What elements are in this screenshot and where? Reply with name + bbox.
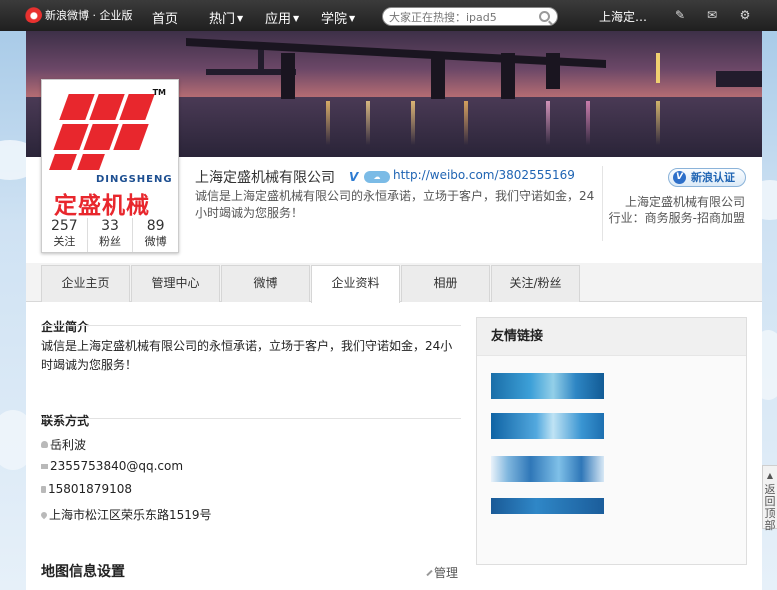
- search-box: [382, 7, 558, 26]
- company-slogan: 诚信是上海定盛机械有限公司的永恒承诺，立场于客户，我们守诺如金，24小时竭诚为您…: [195, 189, 595, 220]
- tab-follow-fans[interactable]: 关注/粉丝: [491, 265, 580, 302]
- phone-icon: [41, 485, 46, 493]
- nav-home[interactable]: 首页: [152, 8, 178, 27]
- section-divider: [41, 418, 461, 419]
- arrow-up-icon: ▲: [766, 471, 774, 480]
- mail-icon[interactable]: ✉: [705, 8, 719, 22]
- friend-link-banner[interactable]: [491, 373, 604, 399]
- stat-posts[interactable]: 89 微博: [133, 218, 178, 252]
- nav-apps[interactable]: 应用 ▼: [265, 8, 299, 27]
- weibo-url-link[interactable]: http://weibo.com/3802555169: [393, 168, 575, 182]
- verified-v-icon: V: [673, 171, 686, 184]
- tab-enterprise-info[interactable]: 企业资料: [311, 265, 400, 303]
- intro-title: 企业简介: [41, 320, 90, 334]
- company-avatar[interactable]: TM DINGSHENG 定盛机械 257 关注 33 粉丝 89 微博: [41, 79, 179, 253]
- friend-links-panel: 友情链接: [476, 317, 747, 565]
- user-name-link[interactable]: 上海定…: [599, 8, 647, 25]
- nav-hot[interactable]: 热门 ▼: [209, 8, 243, 27]
- intro-text: 诚信是上海定盛机械有限公司的永恒承诺，立场于客户，我们守诺如金，24小时竭诚为您…: [41, 339, 453, 372]
- search-icon[interactable]: [539, 11, 550, 22]
- sina-verified-button[interactable]: V 新浪认证: [668, 168, 746, 187]
- enterprise-page: TM DINGSHENG 定盛机械 257 关注 33 粉丝 89 微博 上海定…: [26, 31, 762, 590]
- gear-icon[interactable]: ⚙: [738, 8, 752, 22]
- contact-address: 上海市松江区荣乐东路1519号: [39, 506, 212, 523]
- weibo-eye-icon: [24, 7, 42, 23]
- side-industry: 行业：商务服务-招商加盟: [608, 211, 745, 225]
- back-to-top-button[interactable]: ▲ 返回顶部: [762, 465, 777, 532]
- bridge-silhouette: [186, 37, 606, 69]
- side-company-name: 上海定盛机械有限公司: [624, 195, 745, 209]
- tab-enterprise-home[interactable]: 企业主页: [41, 265, 130, 302]
- top-navigation-bar: 新浪微博 · 企业版 首页 热门▼ 应用▼ 学院▼ 上海定… ✎ ✉ ⚙: [0, 0, 777, 31]
- nav-academy[interactable]: 学院 ▼: [321, 8, 355, 27]
- contact-email: 2355753840@qq.com: [41, 459, 183, 473]
- tab-management-center[interactable]: 管理中心: [131, 265, 220, 302]
- friend-link-banner[interactable]: [491, 456, 604, 482]
- brand-english: DINGSHENG: [96, 174, 173, 185]
- dingsheng-logo: TM DINGSHENG 定盛机械: [46, 84, 174, 216]
- chevron-down-icon: ▼: [293, 14, 300, 23]
- divider: [602, 166, 603, 241]
- friend-links-title: 友情链接: [477, 318, 746, 356]
- friend-link-banner[interactable]: [491, 413, 604, 439]
- verified-v-icon: V: [349, 170, 359, 184]
- cloud-badge-icon: ☁: [364, 171, 390, 183]
- weibo-logo[interactable]: 新浪微博 · 企业版: [24, 7, 133, 23]
- contact-title: 联系方式: [41, 414, 90, 428]
- tab-album[interactable]: 相册: [401, 265, 490, 302]
- tab-weibo[interactable]: 微博: [221, 265, 310, 302]
- chevron-down-icon: ▼: [349, 14, 356, 23]
- search-input[interactable]: [389, 10, 534, 24]
- person-icon: [41, 441, 48, 448]
- stat-following[interactable]: 257 关注: [42, 218, 88, 252]
- manage-link[interactable]: 管理: [426, 564, 458, 581]
- logo-text: 新浪微博 · 企业版: [45, 9, 133, 22]
- contact-person: 岳利波: [41, 436, 86, 453]
- mail-icon: [41, 463, 48, 469]
- map-settings-title: 地图信息设置: [41, 564, 125, 580]
- company-name: 上海定盛机械有限公司: [195, 170, 335, 186]
- friend-link-banner[interactable]: [491, 498, 604, 514]
- profile-tabs: 企业主页 管理中心 微博 企业资料 相册 关注/粉丝: [26, 263, 762, 303]
- brand-chinese: 定盛机械: [54, 193, 150, 216]
- chevron-down-icon: ▼: [237, 14, 244, 23]
- pencil-icon: [426, 569, 433, 577]
- stat-followers[interactable]: 33 粉丝: [88, 218, 134, 252]
- contact-phone: 15801879108: [41, 482, 132, 496]
- section-divider: [41, 325, 461, 326]
- edit-icon[interactable]: ✎: [673, 8, 687, 22]
- location-icon: [39, 510, 49, 519]
- profile-stats: 257 关注 33 粉丝 89 微博: [42, 218, 178, 252]
